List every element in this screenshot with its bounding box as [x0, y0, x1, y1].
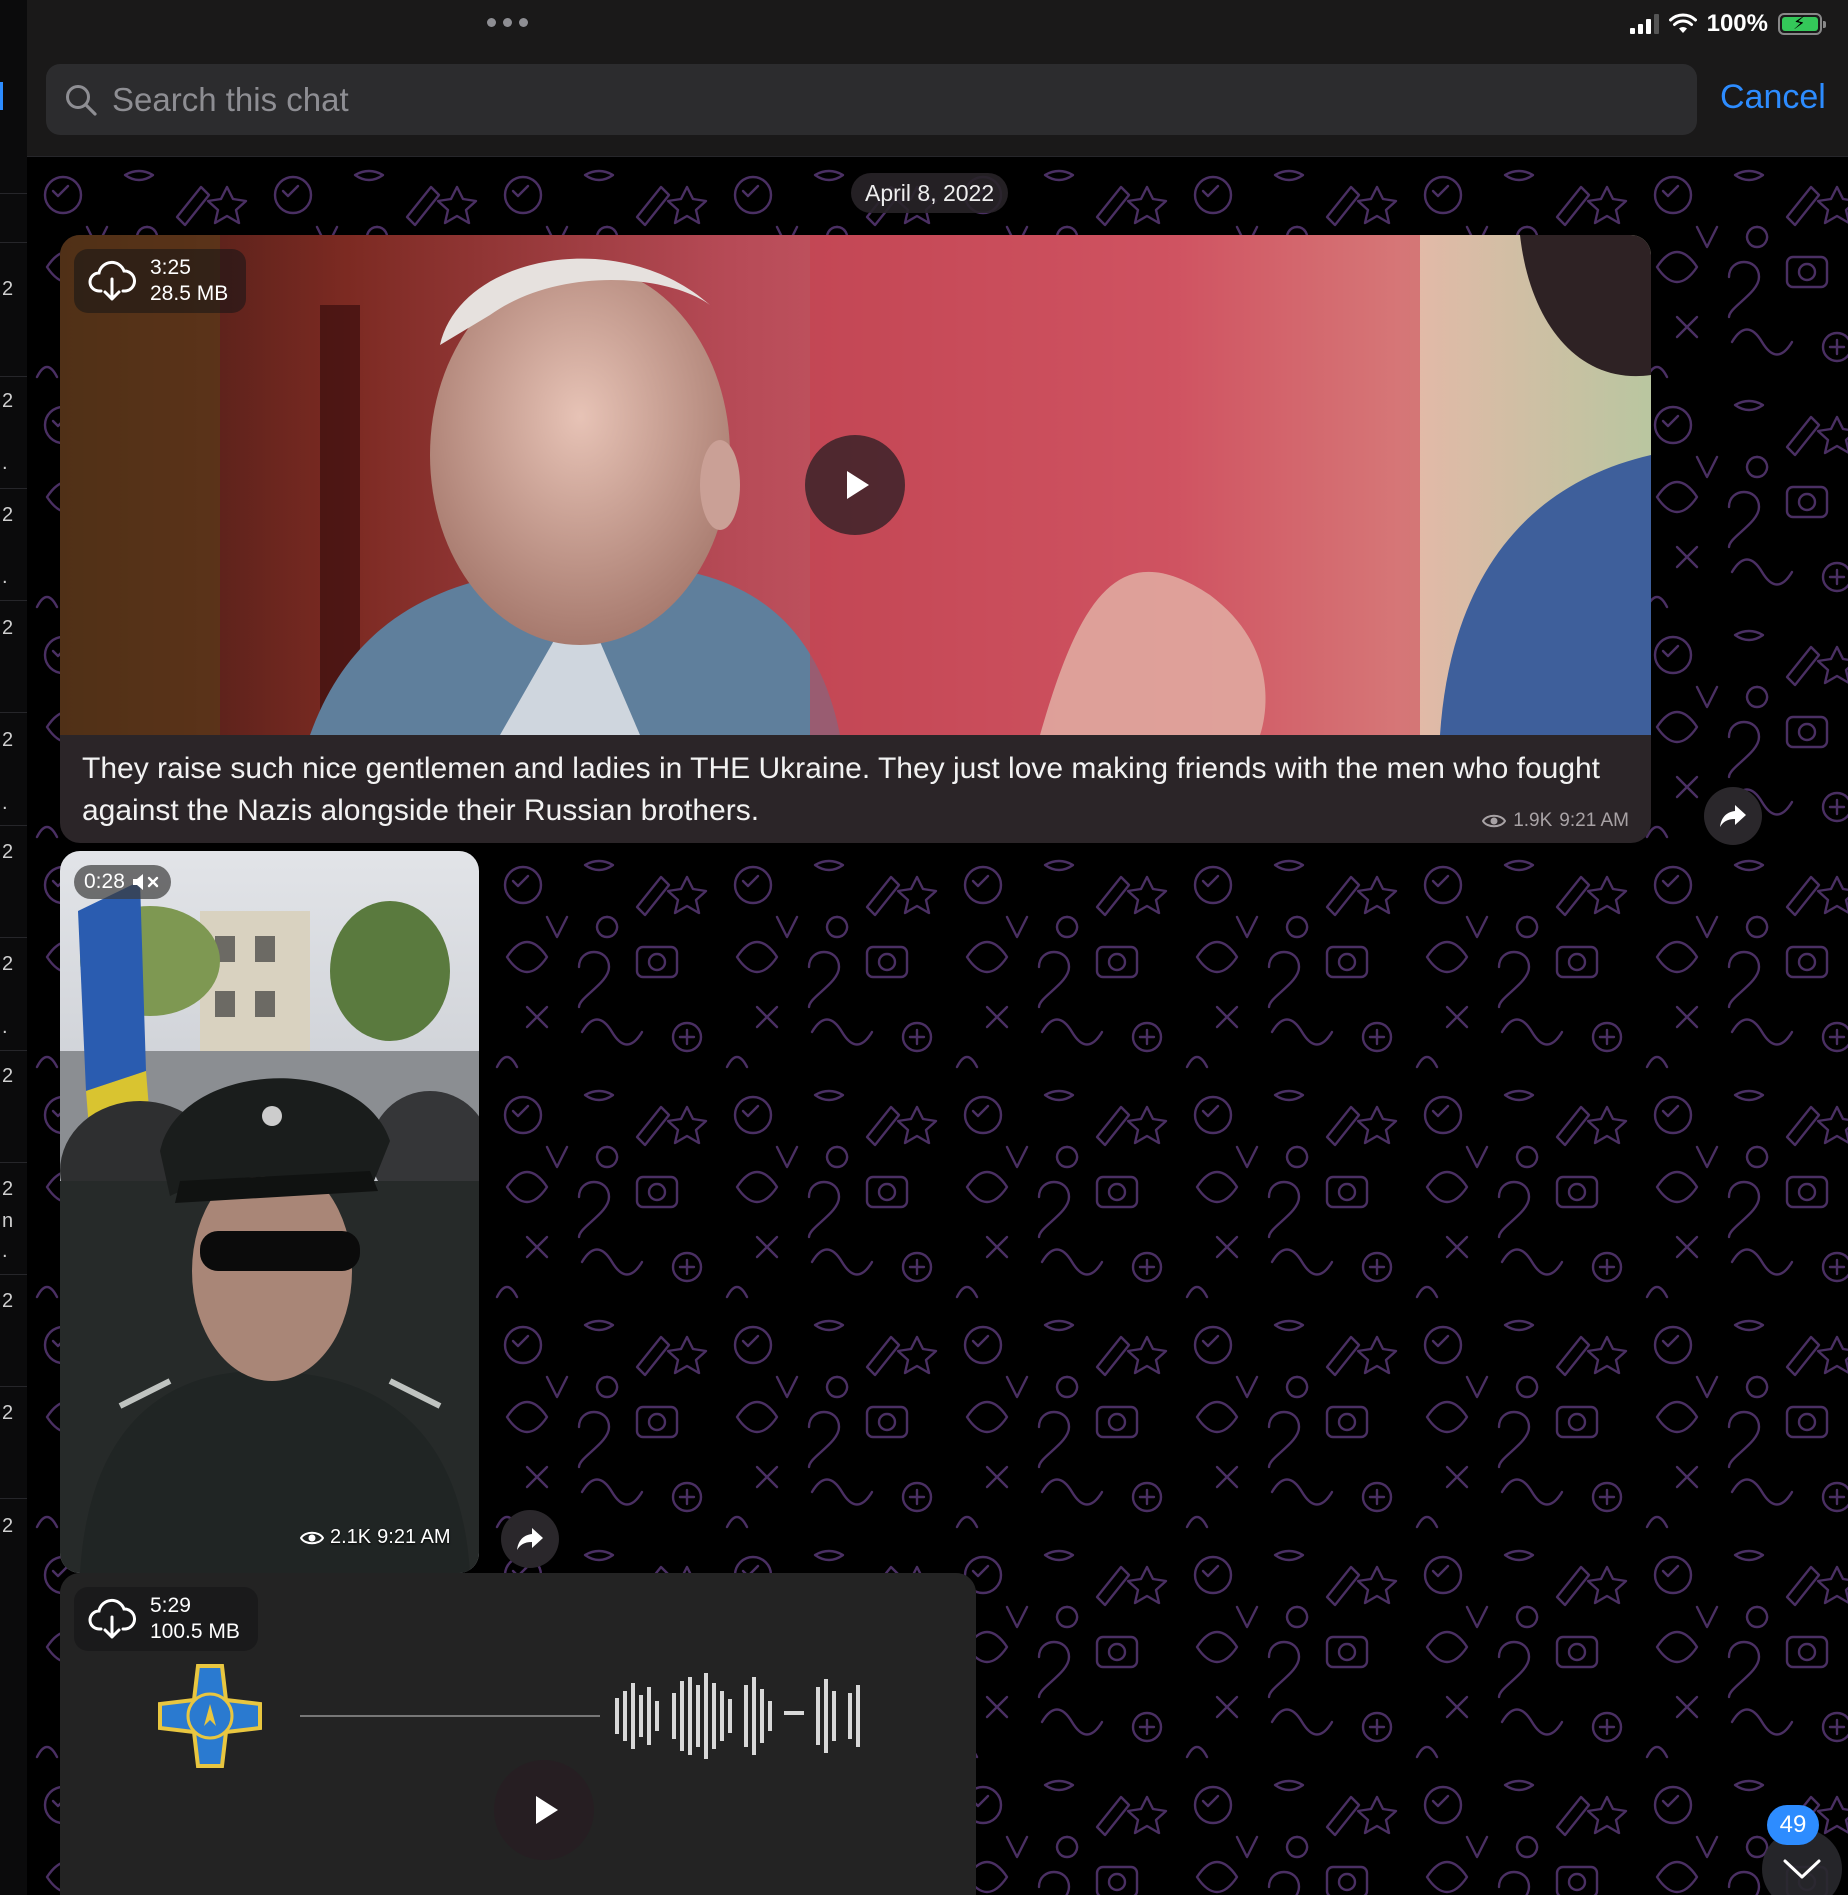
chat-list-fragment: 2: [2, 1065, 14, 1087]
play-button[interactable]: [805, 435, 905, 535]
download-badge[interactable]: 5:29 100.5 MB: [74, 1587, 258, 1651]
more-dots-icon[interactable]: [487, 18, 528, 27]
message-meta: 2.1K 9:21 AM: [300, 1526, 451, 1549]
video-duration: 5:29: [150, 1594, 191, 1617]
divider: [0, 600, 27, 601]
chat-list-fragment: 2: [2, 1402, 14, 1424]
message-time: 9:21 AM: [377, 1526, 451, 1548]
video-thumbnail[interactable]: 3:25 28.5 MB: [60, 235, 1651, 735]
message-bubble[interactable]: 3:25 28.5 MB They raise such nice gentle…: [60, 235, 1651, 843]
search-input[interactable]: [110, 79, 1614, 120]
divider: [0, 193, 27, 194]
divider: [0, 1162, 27, 1163]
chat-list-edge: 2 2 . 2 . 2 2 . 2 2 . 2 2 n . 2 2 2: [0, 0, 28, 1895]
chat-list-fragment: 2: [2, 841, 14, 863]
share-icon: [1720, 805, 1746, 827]
chat-header: 100% ⚡ Cancel: [27, 0, 1848, 157]
cloud-download-icon: [88, 260, 136, 301]
chat-list-fragment: .: [2, 1016, 8, 1038]
chat-list-fragment: 2: [2, 504, 14, 526]
play-icon: [536, 1796, 558, 1824]
mute-icon[interactable]: [131, 872, 161, 892]
divider: [0, 376, 27, 377]
chat-list-fragment: 2: [2, 953, 14, 975]
cellular-signal-icon: [1629, 14, 1659, 34]
divider: [0, 242, 27, 243]
video-duration-badge: 0:28: [74, 865, 171, 899]
search-icon: [66, 84, 97, 116]
divider: [0, 1386, 27, 1387]
chat-list-fragment: 2: [2, 1515, 14, 1537]
message-bubble[interactable]: 0:28 2.1K 9:21 AM: [60, 851, 479, 1573]
divider: [0, 712, 27, 713]
chat-list-fragment: .: [2, 452, 8, 474]
play-button[interactable]: [494, 1760, 594, 1860]
battery-percent: 100%: [1706, 10, 1768, 37]
chat-list-fragment: 2: [2, 1290, 14, 1312]
cancel-button[interactable]: Cancel: [1720, 78, 1826, 117]
divider: [0, 1274, 27, 1275]
date-separator: April 8, 2022: [851, 173, 1009, 213]
unread-count-badge: 49: [1767, 1805, 1819, 1845]
view-count: 1.9K: [1513, 810, 1553, 831]
status-bar: 100% ⚡: [1629, 10, 1826, 38]
chat-list-fragment: .: [2, 566, 8, 588]
chevron-down-icon: [1783, 1859, 1821, 1879]
share-button[interactable]: [501, 1510, 559, 1568]
play-icon: [847, 471, 869, 499]
selected-indicator: [0, 82, 3, 110]
divider: [0, 1050, 27, 1051]
message-time: 9:21 AM: [1559, 810, 1629, 831]
chat-list-fragment: 2: [2, 617, 14, 639]
view-count: 2.1K: [330, 1526, 372, 1548]
divider: [0, 937, 27, 938]
chat-list-fragment: 2: [2, 1178, 14, 1200]
chat-list-fragment: 2: [2, 278, 14, 300]
video-duration: 3:25: [150, 256, 191, 279]
chat-list-fragment: .: [2, 1240, 8, 1262]
share-icon: [517, 1528, 543, 1550]
divider: [0, 488, 27, 489]
chat-list-fragment: n: [2, 1210, 14, 1232]
file-size: 28.5 MB: [150, 282, 229, 305]
battery-icon: ⚡: [1778, 13, 1826, 35]
chat-messages[interactable]: April 8, 2022 3:25 28.5 MB They raise su…: [27, 157, 1848, 1895]
wifi-icon: [1668, 13, 1697, 33]
chat-list-fragment: .: [2, 792, 8, 814]
divider: [0, 825, 27, 826]
message-text: They raise such nice gentlemen and ladie…: [82, 752, 1601, 827]
chat-list-fragment: 2: [2, 729, 14, 751]
cloud-download-icon: [88, 1598, 136, 1639]
search-bar[interactable]: [46, 64, 1697, 135]
eye-icon: [1482, 814, 1507, 828]
eye-icon: [300, 1531, 324, 1544]
divider: [0, 1498, 27, 1499]
file-size: 100.5 MB: [150, 1620, 240, 1643]
chat-list-fragment: 2: [2, 390, 14, 412]
message-bubble[interactable]: 5:29 100.5 MB: [60, 1573, 976, 1895]
download-badge[interactable]: 3:25 28.5 MB: [74, 249, 247, 313]
video-thumbnail[interactable]: [60, 851, 479, 1573]
share-button[interactable]: [1704, 787, 1762, 845]
video-duration: 0:28: [84, 870, 125, 893]
message-meta: 1.9K 9:21 AM: [1482, 810, 1629, 832]
